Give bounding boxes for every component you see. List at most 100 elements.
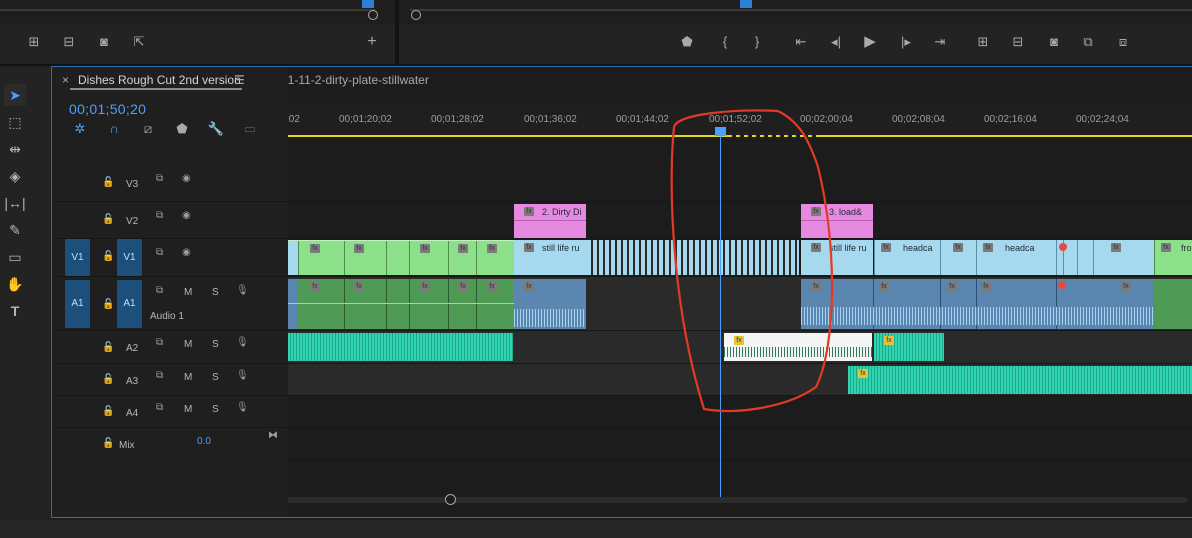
solo-button[interactable]: S	[212, 372, 219, 383]
vr-icon[interactable]: ⧈	[1113, 34, 1133, 50]
solo-button[interactable]: S	[212, 404, 219, 415]
microphone-icon[interactable]: 🎙	[236, 337, 249, 348]
audio-clip-still-1[interactable]: fx	[514, 279, 586, 329]
audio-clip-teal-2[interactable]: fx	[874, 333, 944, 361]
mark-out-icon[interactable]: }	[747, 34, 767, 50]
sequence-tab-2[interactable]: 21-11-2-dirty-plate-stillwater	[288, 73, 429, 87]
audio-clip-teal[interactable]	[288, 333, 513, 361]
insert-icon[interactable]: ⊞	[24, 34, 44, 50]
sync-lock-icon[interactable]: ⧉	[156, 247, 163, 258]
track-target-v1[interactable]: V1	[117, 239, 142, 276]
timeline-zoom-scrollbar[interactable]	[288, 494, 1188, 505]
microphone-icon[interactable]: 🎙	[236, 285, 249, 296]
clip-headca-1[interactable]: fx headca	[874, 240, 940, 275]
clip-headca-2[interactable]: fx headca	[976, 240, 1056, 275]
microphone-icon[interactable]: 🎙	[236, 370, 249, 381]
clip-still-life-1[interactable]: fx still life ru	[514, 240, 587, 275]
ripple-edit-tool-icon[interactable]: ⇹	[4, 138, 26, 160]
eye-icon[interactable]: ◉	[182, 247, 191, 258]
sequence-tab[interactable]: Dishes Rough Cut 2nd version	[78, 73, 241, 87]
step-forward-icon[interactable]: |▸	[896, 34, 916, 50]
selection-tool-icon[interactable]: ➤	[4, 84, 26, 106]
linked-selection-icon[interactable]: ⧄	[138, 121, 158, 137]
go-to-in-icon[interactable]: ⇤	[791, 34, 811, 50]
track-name[interactable]: Audio 1	[150, 311, 184, 322]
sync-lock-icon[interactable]: ⧉	[156, 173, 163, 184]
scroll-handle-right[interactable]	[445, 494, 456, 505]
add-button-icon[interactable]: +	[362, 34, 382, 50]
source-zoom-handle[interactable]	[368, 10, 378, 20]
program-scrub-track[interactable]	[410, 9, 1192, 11]
comparison-view-icon[interactable]: ⧉	[1078, 34, 1098, 50]
marker-icon[interactable]: ⬟	[677, 34, 697, 50]
camera-icon[interactable]: ◙	[94, 34, 114, 50]
clip-fro[interactable]: fx fro	[1154, 240, 1192, 275]
panel-menu-icon[interactable]: ☰	[234, 73, 245, 87]
clip-short[interactable]: fx	[940, 240, 976, 275]
mute-button[interactable]: M	[184, 339, 192, 350]
timeline-area[interactable]: 21-11-2-dirty-plate-stillwater ;02 00;01…	[288, 67, 1192, 517]
mix-volume-value[interactable]: 0.0	[197, 436, 211, 447]
close-tab-icon[interactable]: ×	[62, 73, 69, 87]
mute-button[interactable]: M	[184, 372, 192, 383]
lock-icon[interactable]: 🔓	[102, 438, 114, 449]
eye-icon[interactable]: ◉	[182, 173, 191, 184]
sync-lock-icon[interactable]: ⧉	[156, 210, 163, 221]
type-tool-icon[interactable]: T	[4, 300, 26, 322]
solo-button[interactable]: S	[212, 287, 219, 298]
captions-icon[interactable]: ▭	[240, 121, 260, 137]
mute-button[interactable]: M	[184, 287, 192, 298]
play-icon[interactable]: ▶	[860, 34, 880, 50]
audio-clip-green[interactable]: fx fx fx fx fx	[288, 279, 514, 329]
lock-icon[interactable]: 🔓	[102, 251, 114, 262]
microphone-icon[interactable]: 🎙	[236, 402, 249, 413]
wrench-icon[interactable]: 🔧	[206, 121, 226, 137]
track-target-a1[interactable]: A1	[117, 280, 142, 328]
lock-icon[interactable]: 🔓	[102, 299, 114, 310]
step-back-icon[interactable]: ◂|	[826, 34, 846, 50]
mute-button[interactable]: M	[184, 404, 192, 415]
mark-in-icon[interactable]: {	[715, 34, 735, 50]
clip-label: still life ru	[542, 243, 580, 253]
solo-button[interactable]: S	[212, 339, 219, 350]
track-select-tool-icon[interactable]: ⬚	[4, 111, 26, 133]
hand-tool-icon[interactable]: ✋	[4, 273, 26, 295]
snap-icon[interactable]: ∩	[104, 121, 124, 137]
lock-icon[interactable]: 🔓	[102, 374, 114, 385]
mix-toggle-icon[interactable]: ⧓	[268, 430, 278, 441]
eye-icon[interactable]: ◉	[182, 210, 191, 221]
sync-lock-icon[interactable]: ⧉	[156, 285, 163, 296]
go-to-out-icon[interactable]: ⇥	[930, 34, 950, 50]
lane-mix[interactable]	[288, 428, 1192, 460]
clip-dirty-dishes[interactable]: fx 2. Dirty Di	[514, 204, 586, 238]
lock-icon[interactable]: 🔓	[102, 342, 114, 353]
export-icon[interactable]: ⇱	[129, 34, 149, 50]
sync-lock-icon[interactable]: ⧉	[156, 370, 163, 381]
lock-icon[interactable]: 🔓	[102, 406, 114, 417]
extract-icon[interactable]: ⊟	[1008, 34, 1028, 50]
source-playhead[interactable]	[362, 0, 374, 8]
lock-icon[interactable]: 🔓	[102, 177, 114, 188]
source-patch-a1[interactable]: A1	[65, 280, 90, 328]
clip-multi[interactable]: fx	[1056, 240, 1154, 275]
razor-tool-icon[interactable]: ◈	[4, 165, 26, 187]
sync-lock-icon[interactable]: ⧉	[156, 402, 163, 413]
playhead-timecode[interactable]: 00;01;50;20	[69, 101, 146, 117]
export-frame-icon[interactable]: ◙	[1044, 34, 1064, 50]
add-marker-icon[interactable]: ⬟	[172, 121, 192, 137]
clip-green-group[interactable]: fx fx fx fx fx	[288, 240, 514, 275]
source-patch-v1[interactable]: V1	[65, 239, 90, 276]
audio-clip-blue-group[interactable]: fx fx fx fx fx	[801, 279, 1192, 329]
program-zoom-handle[interactable]	[411, 10, 421, 20]
lock-icon[interactable]: 🔓	[102, 214, 114, 225]
source-scrub-track[interactable]	[0, 9, 375, 11]
overwrite-icon[interactable]: ⊟	[59, 34, 79, 50]
rectangle-tool-icon[interactable]: ▭	[4, 246, 26, 268]
nest-icon[interactable]: ✲	[70, 121, 90, 137]
slip-tool-icon[interactable]: |↔|	[4, 192, 26, 214]
lift-icon[interactable]: ⊞	[973, 34, 993, 50]
pen-tool-icon[interactable]: ✎	[4, 219, 26, 241]
sync-lock-icon[interactable]: ⧉	[156, 337, 163, 348]
audio-clip-music[interactable]: fx	[848, 366, 1192, 394]
program-playhead[interactable]	[740, 0, 752, 8]
